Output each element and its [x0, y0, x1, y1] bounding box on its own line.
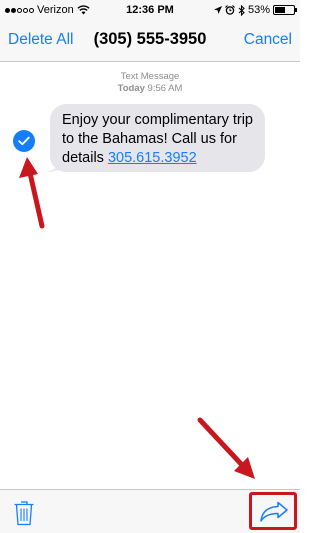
- forward-icon[interactable]: [259, 499, 289, 523]
- bottom-toolbar: [0, 489, 300, 533]
- message-time: 9:56 AM: [147, 83, 183, 94]
- phone-number-link[interactable]: 305.615.3952: [108, 150, 197, 166]
- bluetooth-icon: [238, 4, 245, 16]
- delete-all-button[interactable]: Delete All: [8, 31, 73, 49]
- location-icon: [213, 5, 222, 14]
- cancel-button[interactable]: Cancel: [244, 31, 292, 49]
- message-bubble[interactable]: Enjoy your complimentary trip to the Bah…: [45, 104, 265, 172]
- message-date: Today 9:56 AM: [0, 83, 300, 95]
- navigation-bar: Delete All (305) 555-3950 Cancel: [0, 20, 300, 62]
- arrow-to-forward-icon: [197, 417, 255, 479]
- message-select-checkmark[interactable]: [13, 130, 35, 152]
- status-bar: Verizon 12:36 PM 53%: [0, 0, 300, 20]
- message-type-label: Text Message: [120, 71, 180, 82]
- battery-icon: [273, 5, 297, 15]
- trash-icon[interactable]: [13, 500, 35, 526]
- alarm-icon: [225, 5, 235, 15]
- message-timestamp: Text Message Today 9:56 AM: [0, 71, 300, 95]
- message-day: Today: [117, 83, 145, 94]
- status-right: 53%: [213, 4, 297, 16]
- arrow-to-checkmark-icon: [19, 157, 45, 229]
- bubble-tail: [45, 156, 61, 172]
- checkmark-icon: [18, 136, 30, 146]
- battery-percent: 53%: [247, 4, 270, 16]
